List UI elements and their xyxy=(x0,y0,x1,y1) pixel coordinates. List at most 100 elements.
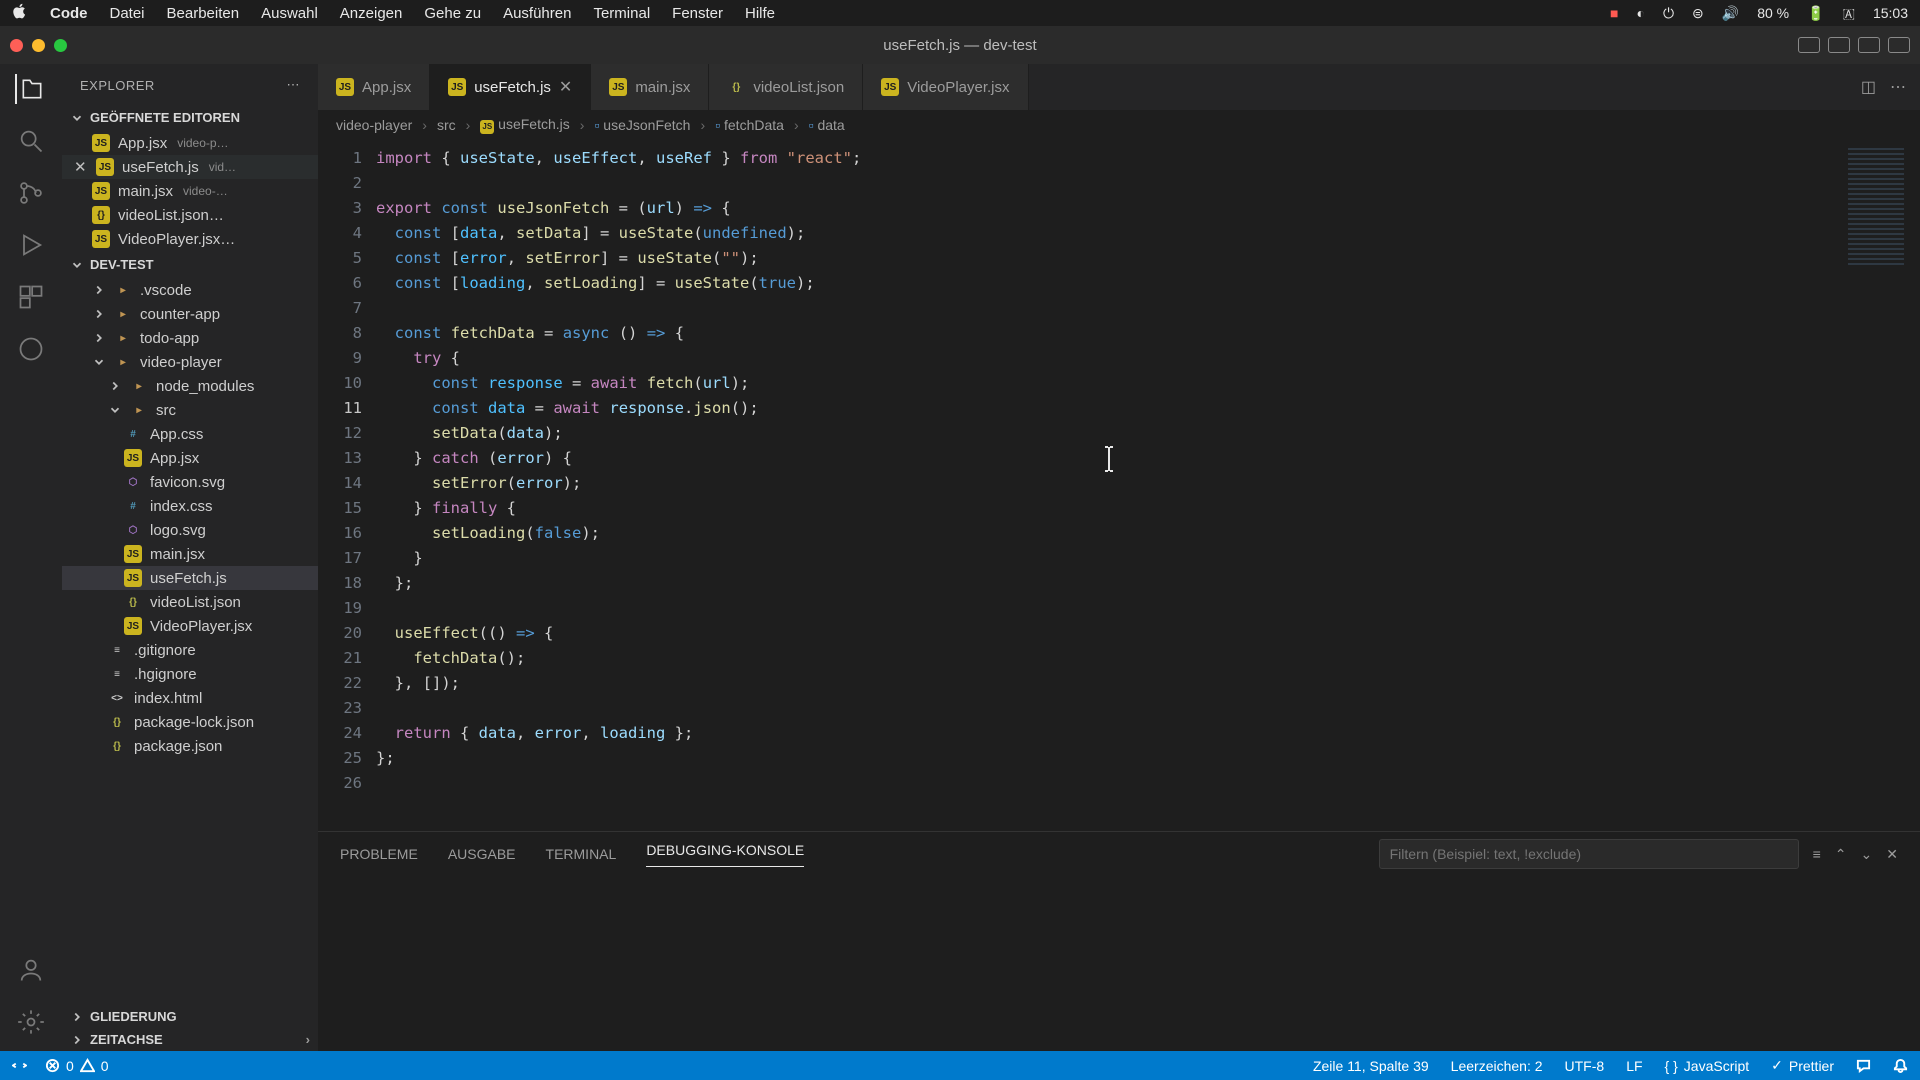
panel-expand-icon[interactable]: ⌄ xyxy=(1861,846,1873,863)
open-editors-header[interactable]: GEÖFFNETE EDITOREN xyxy=(62,106,318,129)
extensions-activity[interactable] xyxy=(16,282,46,312)
file-item[interactable]: #index.css xyxy=(62,494,318,518)
minimize-window-button[interactable] xyxy=(32,39,45,52)
remote-activity[interactable] xyxy=(16,334,46,364)
debug-activity[interactable] xyxy=(16,230,46,260)
file-item[interactable]: JSuseFetch.js xyxy=(62,566,318,590)
breadcrumb-item[interactable]: JS useFetch.js xyxy=(480,116,569,134)
file-item[interactable]: ⬡favicon.svg xyxy=(62,470,318,494)
breadcrumb[interactable]: video-player›src›JS useFetch.js›▫ useJso… xyxy=(318,110,1920,140)
cursor-position[interactable]: Zeile 11, Spalte 39 xyxy=(1313,1058,1429,1074)
breadcrumb-item[interactable]: ▫ useJsonFetch xyxy=(594,117,690,133)
toggle-panel-icon[interactable] xyxy=(1798,37,1820,53)
file-item[interactable]: {}package.json xyxy=(62,734,318,758)
menubar-item[interactable]: Gehe zu xyxy=(424,5,481,22)
breadcrumb-item[interactable]: video-player xyxy=(336,117,412,133)
file-item[interactable]: JSApp.jsx xyxy=(62,446,318,470)
input-lang[interactable]: 🇦 xyxy=(1843,5,1855,22)
settings-gear-icon[interactable] xyxy=(16,1007,46,1037)
folder-item[interactable]: ▸.vscode xyxy=(62,278,318,302)
close-window-button[interactable] xyxy=(10,39,23,52)
menubar-item[interactable]: Anzeigen xyxy=(340,5,403,22)
layout-controls[interactable] xyxy=(1798,37,1910,53)
search-activity[interactable] xyxy=(16,126,46,156)
editor-tab[interactable]: JSuseFetch.js✕ xyxy=(430,64,591,110)
customize-layout-icon[interactable] xyxy=(1888,37,1910,53)
clock[interactable]: 15:03 xyxy=(1873,5,1908,21)
panel-tab[interactable]: TERMINAL xyxy=(546,846,617,862)
more-actions-icon[interactable]: ⋯ xyxy=(1890,77,1906,97)
code-content[interactable]: import { useState, useEffect, useRef } f… xyxy=(376,140,861,831)
menubar-item[interactable]: Hilfe xyxy=(745,5,775,22)
folder-item[interactable]: ▸src xyxy=(62,398,318,422)
close-tab-icon[interactable]: ✕ xyxy=(559,77,572,97)
editor-tab[interactable]: {}videoList.json xyxy=(709,64,863,110)
menubar-item[interactable]: Ausführen xyxy=(503,5,571,22)
project-header[interactable]: DEV-TEST xyxy=(62,253,318,276)
panel-settings-icon[interactable]: ≡ xyxy=(1813,846,1821,863)
file-item[interactable]: ⬡logo.svg xyxy=(62,518,318,542)
open-editor-item[interactable]: JSApp.jsxvideo-p… xyxy=(62,131,318,155)
eol-status[interactable]: LF xyxy=(1626,1058,1642,1074)
panel-tab[interactable]: DEBUGGING-KONSOLE xyxy=(646,842,804,867)
code-editor[interactable]: 1234567891011121314151617181920212223242… xyxy=(318,140,1920,831)
explorer-more-icon[interactable]: ⋯ xyxy=(287,77,301,93)
folder-item[interactable]: ▸video-player xyxy=(62,350,318,374)
toggle-secondary-icon[interactable] xyxy=(1858,37,1880,53)
volume-icon[interactable]: 🔊 xyxy=(1722,5,1739,22)
panel-tab[interactable]: AUSGABE xyxy=(448,846,516,862)
open-editor-item[interactable]: ✕JSuseFetch.jsvid… xyxy=(62,155,318,179)
panel-close-icon[interactable]: ✕ xyxy=(1886,846,1898,863)
feedback-icon[interactable] xyxy=(1856,1058,1871,1073)
problems-status[interactable]: 0 0 xyxy=(45,1058,109,1074)
open-editor-item[interactable]: {}videoList.json… xyxy=(62,203,318,227)
close-editor-icon[interactable]: ✕ xyxy=(74,158,88,176)
menubar-status-icon[interactable]: ⏻ xyxy=(1663,5,1674,22)
wifi-icon[interactable]: ⊜ xyxy=(1692,5,1704,22)
file-item[interactable]: {}videoList.json xyxy=(62,590,318,614)
folder-item[interactable]: ▸node_modules xyxy=(62,374,318,398)
editor-tab[interactable]: JSApp.jsx xyxy=(318,64,430,110)
editor-tab[interactable]: JSVideoPlayer.jsx xyxy=(863,64,1028,110)
prettier-status[interactable]: ✓ Prettier xyxy=(1771,1057,1834,1074)
indent-status[interactable]: Leerzeichen: 2 xyxy=(1451,1058,1543,1074)
file-item[interactable]: #App.css xyxy=(62,422,318,446)
open-editor-item[interactable]: JSmain.jsxvideo-… xyxy=(62,179,318,203)
menubar-item[interactable]: Auswahl xyxy=(261,5,318,22)
window-controls[interactable] xyxy=(10,39,67,52)
minimap[interactable] xyxy=(1840,140,1920,831)
menubar-item[interactable]: Fenster xyxy=(672,5,723,22)
encoding-status[interactable]: UTF-8 xyxy=(1565,1058,1605,1074)
folder-item[interactable]: ▸todo-app xyxy=(62,326,318,350)
panel-collapse-icon[interactable]: ⌃ xyxy=(1835,846,1847,863)
file-item[interactable]: {}package-lock.json xyxy=(62,710,318,734)
remote-indicator[interactable] xyxy=(12,1058,27,1073)
explorer-activity[interactable] xyxy=(15,74,45,104)
menubar-item[interactable]: Datei xyxy=(110,5,145,22)
file-item[interactable]: ≡.gitignore xyxy=(62,638,318,662)
panel-tab[interactable]: PROBLEME xyxy=(340,846,418,862)
scm-activity[interactable] xyxy=(16,178,46,208)
menubar-status-icon[interactable]: ■ xyxy=(1610,5,1618,21)
toggle-sidebar-icon[interactable] xyxy=(1828,37,1850,53)
file-item[interactable]: ≡.hgignore xyxy=(62,662,318,686)
file-item[interactable]: JSVideoPlayer.jsx xyxy=(62,614,318,638)
open-editor-item[interactable]: JSVideoPlayer.jsx… xyxy=(62,227,318,251)
menubar-status-icon[interactable]: ◐ xyxy=(1636,5,1644,21)
menubar-item[interactable]: Terminal xyxy=(593,5,650,22)
outline-header[interactable]: GLIEDERUNG xyxy=(62,1005,318,1028)
file-item[interactable]: <>index.html xyxy=(62,686,318,710)
menubar-item[interactable]: Bearbeiten xyxy=(167,5,240,22)
breadcrumb-item[interactable]: ▫ fetchData xyxy=(715,117,784,133)
account-icon[interactable] xyxy=(16,955,46,985)
language-status[interactable]: { } JavaScript xyxy=(1665,1058,1750,1074)
menubar-app[interactable]: Code xyxy=(50,5,88,22)
editor-tab[interactable]: JSmain.jsx xyxy=(591,64,709,110)
breadcrumb-item[interactable]: src xyxy=(437,117,456,133)
zoom-window-button[interactable] xyxy=(54,39,67,52)
file-item[interactable]: JSmain.jsx xyxy=(62,542,318,566)
debug-filter-input[interactable] xyxy=(1379,839,1799,869)
breadcrumb-item[interactable]: ▫ data xyxy=(809,117,845,133)
split-editor-icon[interactable]: ◫ xyxy=(1861,77,1876,97)
timeline-header[interactable]: ZEITACHSE › xyxy=(62,1028,318,1051)
